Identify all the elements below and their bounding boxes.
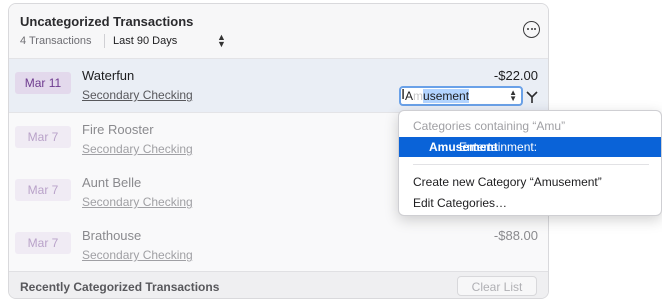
payee-name: Waterfun [82,68,135,83]
category-updown-icon[interactable]: ▲ ▼ [509,89,517,103]
account-link[interactable]: Secondary Checking [82,88,193,102]
category-input-text: Amusement [405,89,470,103]
payee-name: Aunt Belle [82,175,142,190]
account-link[interactable]: Secondary Checking [82,195,193,209]
recent-footer: Recently Categorized Transactions Clear … [9,271,548,298]
clear-list-button[interactable]: Clear List [457,276,537,296]
edit-categories-option[interactable]: Edit Categories… [413,196,507,210]
payee-name: Fire Rooster [82,122,154,137]
category-dropdown: Categories containing “Amu” Entertainmen… [398,110,662,216]
period-select[interactable]: Last 90 Days [113,35,177,47]
date-badge: Mar 7 [15,232,71,254]
category-input[interactable]: Amusement ▲ ▼ [399,86,523,106]
date-badge: Mar 7 [15,126,71,148]
payee-name: Brathouse [82,228,142,243]
period-updown-icon[interactable]: ▲ ▼ [217,33,226,49]
more-options-icon[interactable] [523,21,540,38]
transaction-row[interactable]: Mar 7 Brathouse Secondary Checking -$88.… [9,219,548,273]
split-icon[interactable] [525,90,539,104]
footer-title: Recently Categorized Transactions [20,280,220,294]
dropdown-divider [413,164,649,165]
transaction-row[interactable]: Mar 11 Waterfun Secondary Checking -$22.… [9,59,548,113]
header-divider [104,34,105,48]
amount: -$22.00 [493,68,538,83]
dropdown-header: Categories containing “Amu” [413,119,566,133]
panel-header: Uncategorized Transactions 4 Transaction… [9,4,548,59]
text-cursor-icon: I [401,86,406,103]
amount: -$88.00 [493,228,538,243]
transaction-count: 4 Transactions [20,35,92,47]
panel-title: Uncategorized Transactions [20,14,194,29]
date-badge: Mar 7 [15,179,71,201]
category-option-amusement[interactable]: Entertainment: Amusement [399,137,661,157]
date-badge: Mar 11 [15,72,71,94]
account-link[interactable]: Secondary Checking [82,142,193,156]
create-category-option[interactable]: Create new Category “Amusement” [413,175,602,189]
account-link[interactable]: Secondary Checking [82,248,193,262]
